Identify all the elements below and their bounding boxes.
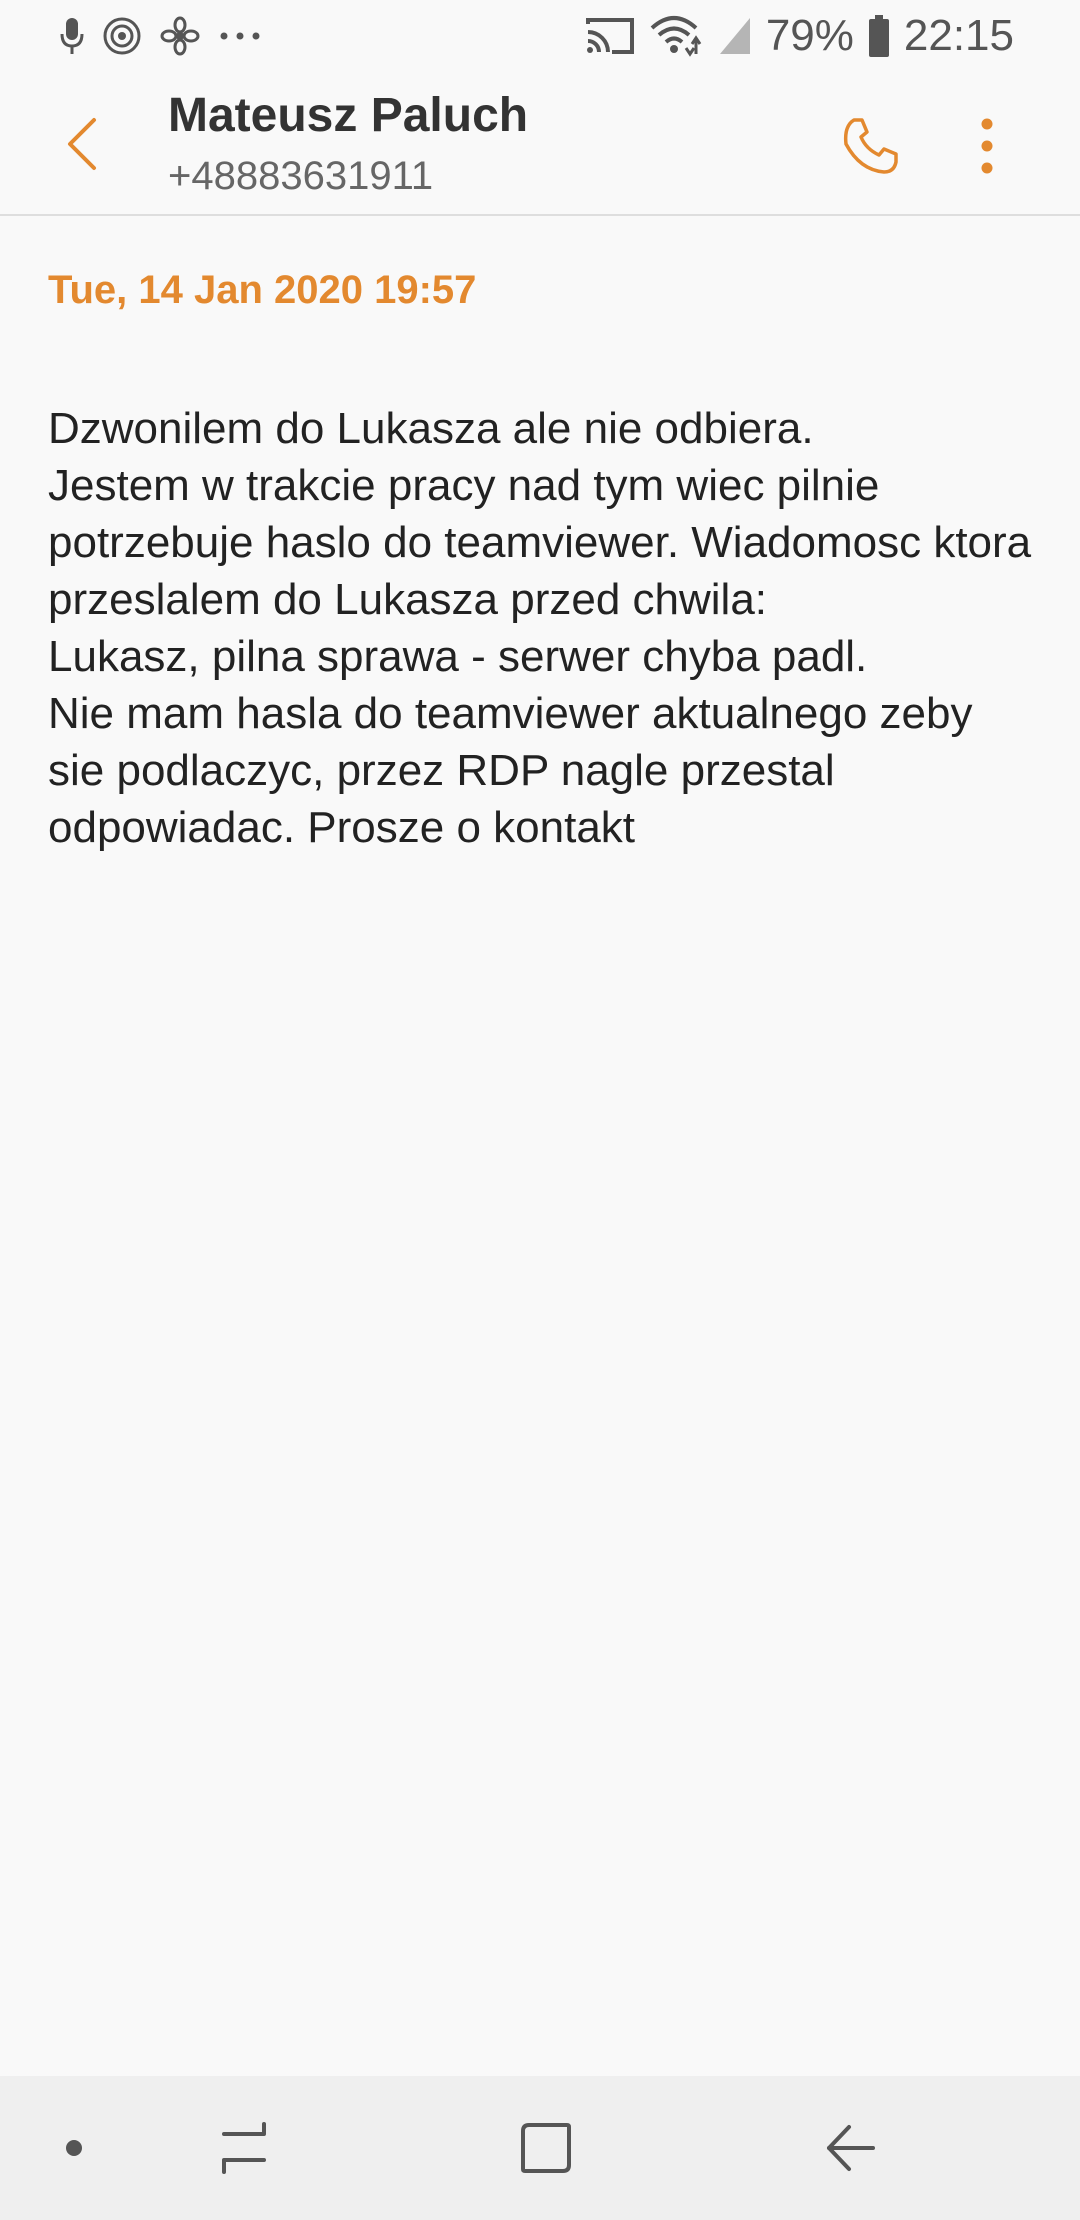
home-icon — [519, 2121, 573, 2175]
message-body: Dzwonilem do Lukasza ale nie odbiera. Je… — [48, 404, 1032, 852]
nav-back-button[interactable] — [814, 2112, 886, 2184]
chevron-left-icon — [62, 116, 102, 172]
signal-icon — [718, 16, 752, 56]
back-button[interactable] — [44, 106, 120, 182]
nav-dot-button[interactable] — [38, 2112, 110, 2184]
conversation-header: Mateusz Paluch +48883631911 — [0, 72, 1080, 216]
battery-percent: 79% — [765, 11, 854, 60]
navigation-bar — [0, 2076, 1080, 2220]
status-bar: 79% 22:15 — [0, 0, 1080, 72]
hotspot-icon — [102, 16, 142, 56]
recents-button[interactable] — [208, 2112, 280, 2184]
clock: 22:15 — [903, 11, 1014, 60]
battery-icon — [868, 14, 890, 58]
contact-phone-number: +48883631911 — [168, 154, 434, 198]
wifi-icon — [650, 14, 704, 58]
more-notifications-icon — [218, 16, 262, 56]
cast-icon — [584, 16, 636, 56]
more-options-button[interactable] — [952, 106, 1022, 186]
status-right-icons: 79% 22:15 — [584, 10, 1014, 62]
contact-name: Mateusz Paluch — [168, 89, 529, 142]
microphone-icon — [60, 16, 84, 56]
back-icon — [823, 2121, 877, 2175]
dot-icon — [64, 2138, 84, 2158]
more-vertical-icon — [979, 118, 995, 174]
message-timestamp: Tue, 14 Jan 2020 19:57 — [48, 268, 477, 312]
status-left-icons — [60, 12, 262, 60]
home-button[interactable] — [510, 2112, 582, 2184]
recents-icon — [218, 2120, 270, 2176]
fan-icon — [160, 16, 200, 56]
phone-icon — [840, 116, 900, 176]
call-button[interactable] — [830, 106, 910, 186]
